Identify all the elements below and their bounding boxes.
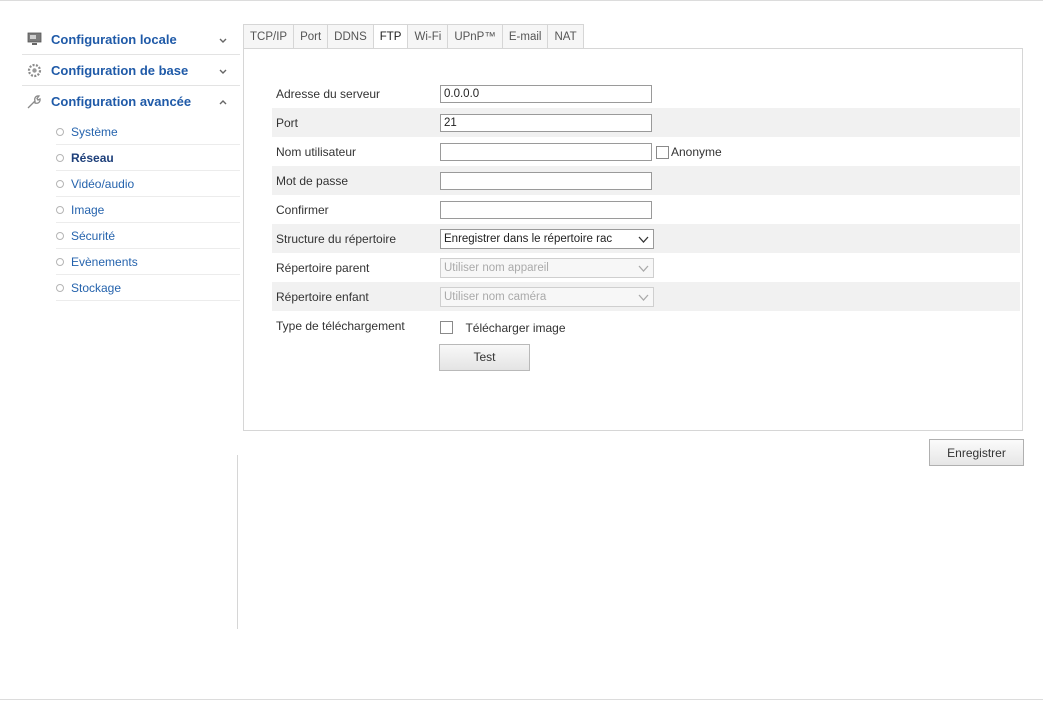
parent-dir-value: Utiliser nom appareil xyxy=(444,261,549,274)
sidebar-item-label: Stockage xyxy=(71,280,122,295)
tab-ftp[interactable]: FTP xyxy=(373,24,409,49)
port-input[interactable] xyxy=(440,113,652,132)
upload-image-checkbox[interactable] xyxy=(440,321,453,335)
port-row: Port xyxy=(272,108,1020,137)
sidebar-item-image[interactable]: Image xyxy=(56,197,240,223)
network-tabs: TCP/IP Port DDNS FTP Wi-Fi UPnP™ E-mail … xyxy=(243,24,584,49)
anonymous-checkbox[interactable] xyxy=(656,145,669,159)
password-input[interactable] xyxy=(440,171,652,190)
child-dir-select: Utiliser nom caméra xyxy=(440,286,654,307)
port-label: Port xyxy=(276,115,299,130)
child-dir-label: Répertoire enfant xyxy=(276,289,369,304)
username-row: Nom utilisateur Anonyme xyxy=(272,137,1020,166)
sidebar-divider xyxy=(237,455,238,629)
upload-image-option: Télécharger image xyxy=(440,319,566,337)
sidebar-item-label: Vidéo/audio xyxy=(71,176,135,191)
sidebar-item-label: Système xyxy=(71,124,118,139)
tab-ddns[interactable]: DDNS xyxy=(328,24,374,49)
sidebar-item-events[interactable]: Evènements xyxy=(56,249,240,275)
sidebar-item-network[interactable]: Réseau xyxy=(56,145,240,171)
wrench-icon xyxy=(26,94,42,110)
bottom-border xyxy=(0,699,1043,700)
confirm-label: Confirmer xyxy=(276,202,329,217)
anonymous-option: Anonyme xyxy=(656,145,722,159)
child-dir-value: Utiliser nom caméra xyxy=(444,290,547,303)
tab-email[interactable]: E-mail xyxy=(502,24,549,49)
bullet-icon xyxy=(56,205,64,214)
tab-upnp[interactable]: UPnP™ xyxy=(448,24,503,49)
sidebar-section-advanced-config[interactable]: Configuration avancée xyxy=(22,86,240,117)
server-address-input[interactable] xyxy=(440,84,652,103)
dir-structure-value: Enregistrer dans le répertoire rac xyxy=(444,232,613,245)
dir-structure-select[interactable]: Enregistrer dans le répertoire rac xyxy=(440,228,654,249)
tab-wifi[interactable]: Wi-Fi xyxy=(408,24,449,49)
username-input[interactable] xyxy=(440,142,652,161)
bullet-icon xyxy=(56,257,64,266)
chevron-up-icon xyxy=(218,95,228,105)
confirm-password-input[interactable] xyxy=(440,200,652,219)
gear-icon xyxy=(26,62,42,78)
sidebar-item-video-audio[interactable]: Vidéo/audio xyxy=(56,171,240,197)
ftp-settings-panel: Adresse du serveur Port Nom utilisateur … xyxy=(243,48,1023,431)
sidebar-section-title: Configuration locale xyxy=(51,31,177,47)
server-address-row: Adresse du serveur xyxy=(272,79,1020,108)
sidebar-section-title: Configuration avancée xyxy=(51,94,192,109)
top-border xyxy=(0,0,1043,1)
test-button[interactable]: Test xyxy=(439,343,530,371)
upload-image-label: Télécharger image xyxy=(465,320,566,335)
sidebar-item-label: Sécurité xyxy=(71,228,116,243)
sidebar-item-label: Evènements xyxy=(71,254,138,269)
sidebar-item-system[interactable]: Système xyxy=(56,119,240,145)
test-row: Test xyxy=(272,340,1020,374)
sidebar-item-label: Réseau xyxy=(71,150,114,165)
parent-dir-row: Répertoire parent Utiliser nom appareil xyxy=(272,253,1020,282)
chevron-down-icon xyxy=(218,33,228,43)
confirm-row: Confirmer xyxy=(272,195,1020,224)
parent-dir-select: Utiliser nom appareil xyxy=(440,257,654,278)
sidebar-section-local-config[interactable]: Configuration locale xyxy=(22,24,240,55)
tab-port[interactable]: Port xyxy=(294,24,329,49)
bullet-icon xyxy=(56,283,64,292)
bullet-icon xyxy=(56,153,64,162)
dir-structure-row: Structure du répertoire Enregistrer dans… xyxy=(272,224,1020,253)
server-address-label: Adresse du serveur xyxy=(276,86,381,101)
bullet-icon xyxy=(56,231,64,240)
upload-type-row: Type de téléchargement Télécharger image xyxy=(272,311,1020,340)
save-button[interactable]: Enregistrer xyxy=(929,439,1024,466)
sidebar-section-title: Configuration de base xyxy=(51,62,189,78)
sidebar: Configuration locale Configuration de ba… xyxy=(22,24,240,301)
bullet-icon xyxy=(56,179,64,188)
dir-structure-label: Structure du répertoire xyxy=(276,231,397,246)
chevron-down-icon xyxy=(638,293,649,302)
child-dir-row: Répertoire enfant Utiliser nom caméra xyxy=(272,282,1020,311)
chevron-down-icon xyxy=(638,264,649,273)
sidebar-item-security[interactable]: Sécurité xyxy=(56,223,240,249)
parent-dir-label: Répertoire parent xyxy=(276,260,370,275)
tab-nat[interactable]: NAT xyxy=(548,24,584,49)
password-row: Mot de passe xyxy=(272,166,1020,195)
sidebar-item-label: Image xyxy=(71,202,105,217)
sidebar-item-storage[interactable]: Stockage xyxy=(56,275,240,301)
password-label: Mot de passe xyxy=(276,173,349,188)
sidebar-section-base-config[interactable]: Configuration de base xyxy=(22,55,240,86)
tab-tcpip[interactable]: TCP/IP xyxy=(243,24,295,49)
monitor-icon xyxy=(26,31,42,47)
ftp-form: Adresse du serveur Port Nom utilisateur … xyxy=(272,79,1020,374)
username-label: Nom utilisateur xyxy=(276,144,357,159)
upload-type-label: Type de téléchargement xyxy=(276,318,405,333)
bullet-icon xyxy=(56,127,64,136)
anonymous-label: Anonyme xyxy=(671,145,722,159)
sidebar-advanced-items: Système Réseau Vidéo/audio Image Sécurit… xyxy=(22,117,240,301)
chevron-down-icon xyxy=(218,64,228,74)
chevron-down-icon xyxy=(638,235,649,244)
